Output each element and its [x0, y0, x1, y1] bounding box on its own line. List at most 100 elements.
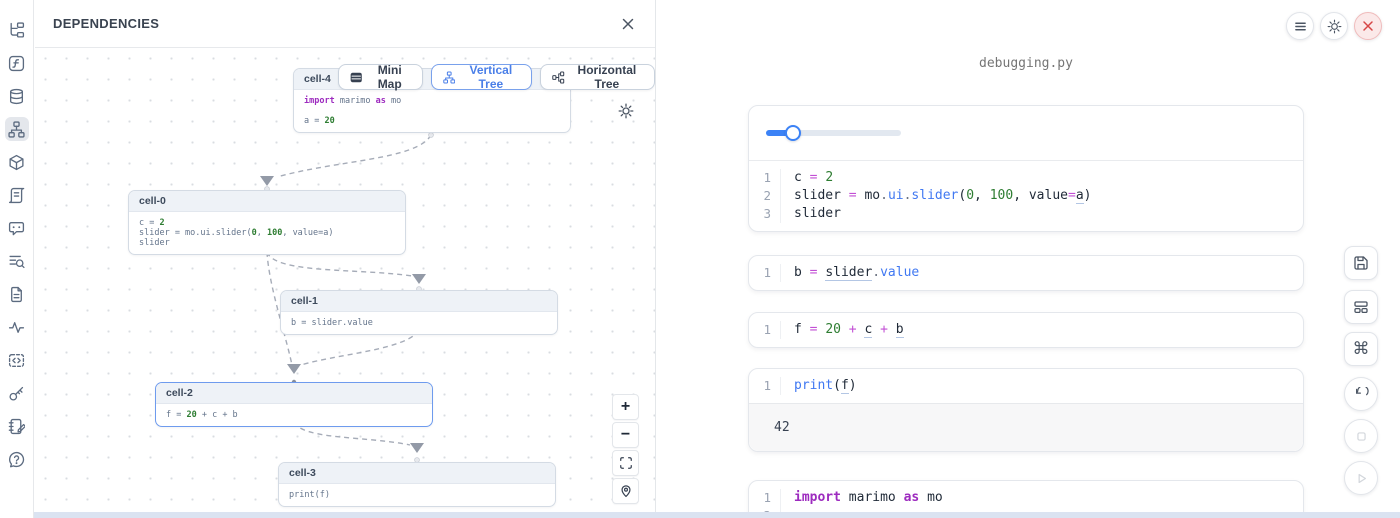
sidebar-item-packages[interactable]	[5, 150, 29, 174]
menu-button[interactable]	[1286, 12, 1314, 40]
line-number: 1	[749, 321, 781, 339]
dependency-graph-canvas[interactable]: cell-4 import marimo as moa = 20 cell-0 …	[35, 48, 655, 518]
notebook-top-controls	[1286, 12, 1382, 40]
gear-icon	[618, 103, 634, 119]
function-square-icon	[8, 55, 25, 72]
graph-settings-button[interactable]	[616, 101, 636, 121]
code-line: slider	[794, 205, 841, 223]
node-title: cell-3	[279, 463, 555, 484]
dependency-graph-icon	[8, 121, 25, 138]
code-line: b = slider.value	[794, 264, 919, 282]
code-line: slider = mo.ui.slider(0, 100, value=a)	[139, 228, 334, 238]
horizontal-tree-icon	[552, 70, 565, 85]
cell-code-editor[interactable]: 1print(f)	[749, 369, 1303, 403]
code-line: f = 20 + c + b	[166, 410, 238, 420]
close-icon	[621, 17, 635, 31]
sidebar-item-tracing[interactable]	[5, 315, 29, 339]
node-code: b = slider.value	[281, 312, 557, 334]
sidebar-item-file-tree[interactable]	[5, 18, 29, 42]
sidebar-item-help[interactable]	[5, 447, 29, 471]
slider-handle[interactable]	[785, 125, 801, 141]
minimap-button[interactable]: Mini Map	[338, 64, 423, 90]
cell-output: 42	[749, 403, 1303, 451]
vertical-tree-button[interactable]: Vertical Tree	[431, 64, 532, 90]
sidebar-item-logs[interactable]	[5, 183, 29, 207]
canvas-zoom-controls: + −	[612, 394, 639, 504]
activity-icon	[8, 319, 25, 336]
zoom-out-button[interactable]: −	[612, 422, 639, 448]
zoom-in-button[interactable]: +	[612, 394, 639, 420]
node-code: import marimo as moa = 20	[294, 90, 570, 132]
sidebar-item-snippets[interactable]	[5, 348, 29, 372]
graph-node-cell-3[interactable]: cell-3 print(f)	[278, 462, 556, 507]
dependencies-header: DEPENDENCIES	[35, 0, 655, 48]
notebook-panel: debugging.py 1 c = 2 2 slider = mo.ui.slide…	[657, 0, 1400, 518]
minimap-label: Mini Map	[368, 63, 411, 91]
notebook-cell-f: 1f = 20 + c + b	[748, 312, 1304, 348]
graph-view-toolbar: Mini Map Vertical Tree Horizontal Tree	[338, 64, 655, 90]
run-button[interactable]	[1344, 461, 1378, 495]
graph-node-cell-1[interactable]: cell-1 b = slider.value	[280, 290, 558, 335]
graph-node-cell-0[interactable]: cell-0 c = 2slider = mo.ui.slider(0, 100…	[128, 190, 406, 255]
code-line: b = slider.value	[291, 318, 373, 328]
line-number: 1	[749, 377, 781, 395]
code-line: a = 20	[304, 116, 335, 126]
cell-code-editor[interactable]: 1c = 22slider = mo.ui.slider(0, 100, val…	[749, 161, 1303, 231]
node-title: cell-0	[129, 191, 405, 212]
sidebar-item-variables[interactable]	[5, 51, 29, 75]
slider-widget[interactable]	[766, 130, 901, 136]
dependencies-panel: DEPENDENCIES	[35, 0, 656, 518]
code-line: c = 2	[794, 169, 833, 187]
database-icon	[8, 88, 25, 105]
horizontal-tree-button[interactable]: Horizontal Tree	[540, 64, 655, 90]
keyboard-shortcuts-button[interactable]: ⌘	[1344, 332, 1378, 366]
horizontal-scrollbar[interactable]	[34, 512, 1400, 518]
notebook-cell-slider: 1c = 22slider = mo.ui.slider(0, 100, val…	[748, 105, 1304, 232]
rows-icon	[350, 70, 362, 85]
fit-view-icon	[619, 456, 633, 470]
sidebar-item-chat[interactable]	[5, 216, 29, 240]
close-panel-button[interactable]	[619, 15, 637, 33]
sidebar-item-dependency-graph[interactable]	[5, 117, 29, 141]
cell-code-editor[interactable]: 1 b = slider.value	[749, 256, 1303, 290]
sidebar-item-datasources[interactable]	[5, 84, 29, 108]
save-button[interactable]	[1344, 246, 1378, 280]
file-tree-icon	[8, 22, 25, 39]
slider-output-area	[749, 106, 1303, 161]
sidebar-item-find-replace[interactable]	[5, 249, 29, 273]
lock-pin-button[interactable]	[612, 478, 639, 504]
help-icon	[8, 451, 25, 468]
cube-icon	[8, 154, 25, 171]
sidebar-item-secrets[interactable]	[5, 381, 29, 405]
chat-icon	[8, 220, 25, 237]
settings-button[interactable]	[1320, 12, 1348, 40]
layout-toggle-button[interactable]	[1344, 290, 1378, 324]
notebook-cell-b: 1 b = slider.value	[748, 255, 1304, 291]
code-line: slider	[139, 238, 170, 248]
shutdown-x-icon	[1362, 20, 1374, 32]
notebook-filename[interactable]: debugging.py	[748, 56, 1304, 71]
save-icon	[1353, 255, 1369, 271]
vertical-tree-icon	[443, 70, 455, 85]
shutdown-button[interactable]	[1354, 12, 1382, 40]
fit-view-button[interactable]	[612, 450, 639, 476]
graph-node-cell-2[interactable]: cell-2 f = 20 + c + b	[155, 382, 433, 427]
search-list-icon	[8, 253, 25, 270]
notebook-cell-print: 1print(f) 42	[748, 368, 1304, 452]
line-number: 2	[749, 187, 781, 205]
node-title: cell-1	[281, 291, 557, 312]
undo-button[interactable]	[1344, 377, 1378, 411]
node-title: cell-2	[156, 383, 432, 404]
map-pin-icon	[619, 484, 633, 498]
stop-button[interactable]	[1344, 419, 1378, 453]
code-line: import marimo as mo	[794, 489, 943, 507]
code-snippet-icon	[8, 352, 25, 369]
code-line: slider = mo.ui.slider(0, 100, value=a)	[794, 187, 1091, 205]
line-number: 1	[749, 264, 781, 282]
sidebar-item-scratchpad[interactable]	[5, 414, 29, 438]
sidebar-item-documentation[interactable]	[5, 282, 29, 306]
key-icon	[8, 385, 25, 402]
horizontal-tree-label: Horizontal Tree	[571, 63, 643, 91]
code-line: c = 2	[139, 218, 165, 228]
cell-code-editor[interactable]: 1f = 20 + c + b	[749, 313, 1303, 347]
